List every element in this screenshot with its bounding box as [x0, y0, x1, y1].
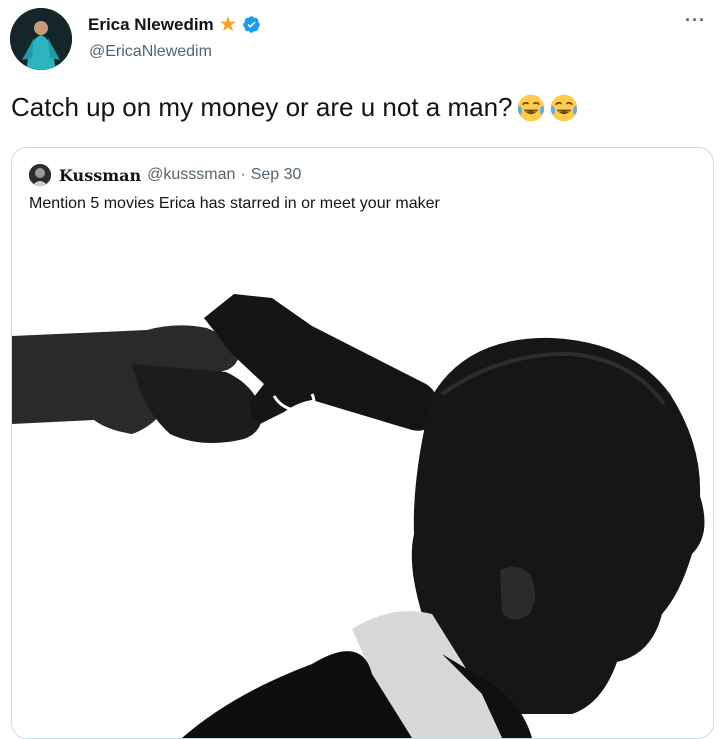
author-avatar[interactable]: [10, 8, 72, 70]
avatar-image: [10, 8, 72, 70]
more-options-icon[interactable]: ···: [685, 10, 706, 31]
quoted-author-name[interactable]: Kussman: [59, 166, 141, 185]
quoted-author-avatar[interactable]: [29, 164, 51, 186]
quoted-tweet-text: Mention 5 movies Erica has starred in or…: [29, 195, 440, 212]
tears-of-joy-emoji-icon: [517, 94, 544, 121]
tweet-text: Catch up on my money or are u not a man?: [11, 92, 579, 123]
quoted-tweet-image[interactable]: [12, 234, 713, 738]
quoted-tweet-date[interactable]: Sep 30: [251, 166, 302, 184]
tears-of-joy-emoji-icon: [550, 94, 577, 121]
author-handle[interactable]: @EricaNlewedim: [89, 43, 212, 61]
author-name[interactable]: Erica Nlewedim: [88, 15, 214, 35]
tweet-body: Catch up on my money or are u not a man?: [11, 92, 513, 122]
quoted-tweet-card[interactable]: Kussman @kusssman · Sep 30 Mention 5 mov…: [11, 147, 714, 739]
quoted-author-handle[interactable]: @kusssman: [147, 166, 235, 184]
quoted-tweet-header: Kussman @kusssman · Sep 30: [29, 164, 301, 186]
verified-badge-icon: [242, 16, 260, 33]
quoted-avatar-image: [29, 164, 51, 186]
star-emoji-icon: ★: [218, 13, 238, 36]
author-name-row[interactable]: Erica Nlewedim ★: [88, 14, 261, 35]
separator-dot: ·: [240, 166, 246, 183]
